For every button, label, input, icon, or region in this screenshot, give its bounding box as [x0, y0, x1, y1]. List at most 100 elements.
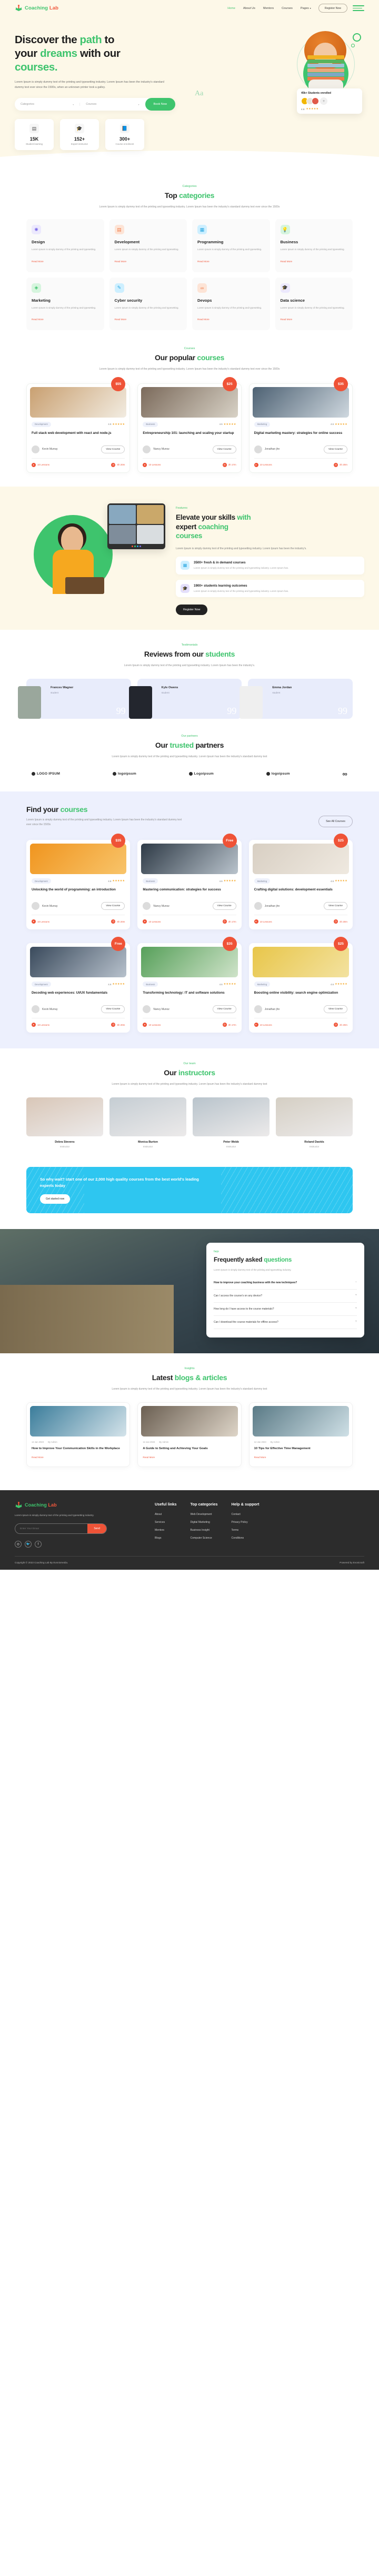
category-card[interactable]: 🎓 Data science Lorem Ipsum is simply dum… — [275, 277, 353, 330]
hamburger-menu-icon[interactable] — [353, 5, 364, 11]
section-title: Top categories — [164, 191, 215, 200]
view-course-button[interactable]: View Course — [323, 445, 347, 453]
faq-item[interactable]: Can I access the course's on any device?… — [214, 1290, 357, 1303]
footer-logo[interactable]: Coaching Lab — [15, 1501, 141, 1509]
footer-link[interactable]: Business Insight — [190, 1529, 217, 1532]
categories-select[interactable]: Categories ▾ — [15, 103, 81, 106]
course-card[interactable]: Free Development 4.6 ★★★★★ Decoding web e… — [26, 937, 131, 1033]
course-card[interactable]: $25 Marketing 4.6 ★★★★★ Crafting digital … — [248, 834, 353, 930]
category-name: Data science — [280, 298, 305, 303]
course-title: Mastering communication: strategies for … — [143, 888, 221, 892]
view-course-button[interactable]: View Course — [212, 1005, 236, 1014]
course-card[interactable]: $35 Business 4.6 ★★★★★ Transforming techn… — [137, 937, 242, 1033]
course-rating: 4.6 ★★★★★ — [219, 983, 236, 986]
site-logo[interactable]: Coaching Lab — [15, 5, 58, 12]
features-register-button[interactable]: Register Now — [176, 605, 208, 616]
footer-link[interactable]: About — [155, 1513, 176, 1516]
instructor-card[interactable]: Peter Webb Instructor — [193, 1097, 270, 1148]
course-card[interactable]: $25 Marketing 4.6 ★★★★★ Boosting online v… — [248, 937, 353, 1033]
read-more-link[interactable]: Read More — [32, 318, 44, 321]
view-course-button[interactable]: View Course — [212, 902, 236, 910]
instagram-icon[interactable]: ◎ — [15, 1541, 22, 1548]
course-card[interactable]: $55 Development 4.6 ★★★★★ Full stack web … — [26, 377, 131, 473]
plus-icon[interactable]: + — [355, 1294, 357, 1297]
read-more-link[interactable]: Read More — [197, 260, 210, 263]
view-course-button[interactable]: View Course — [212, 445, 236, 453]
category-card[interactable]: ✎ Cyber security Lorem Ipsum is simply d… — [109, 277, 187, 330]
nav-item-mentors[interactable]: Mentors — [263, 7, 274, 10]
send-button[interactable]: Send — [87, 1524, 106, 1534]
avatar — [254, 902, 262, 910]
footer-link[interactable]: Blogs — [155, 1537, 176, 1540]
course-card[interactable]: $35 Development 4.6 ★★★★★ Unlocking the w… — [26, 834, 131, 930]
footer-link[interactable]: Terms — [232, 1529, 260, 1532]
course-rating: 4.6 ★★★★★ — [108, 422, 125, 426]
email-input[interactable] — [15, 1527, 88, 1530]
view-course-button[interactable]: View Course — [323, 1005, 347, 1014]
faq-item[interactable]: How to improve your coaching business wi… — [214, 1276, 357, 1290]
footer-link[interactable]: Conditions — [232, 1537, 260, 1540]
footer-link[interactable]: Mentors — [155, 1529, 176, 1532]
instructor-card[interactable]: Roland Davids Instructor — [276, 1097, 353, 1148]
view-course-button[interactable]: View Course — [101, 902, 125, 910]
decorative-lines — [26, 1167, 84, 1213]
blog-card[interactable]: 12 Jan 2023 By Admin 10 Tips for Effectiv… — [248, 1402, 353, 1467]
avatar-more[interactable]: + — [320, 97, 327, 105]
plus-icon[interactable]: + — [355, 1307, 357, 1310]
course-card[interactable]: $25 Business 4.6 ★★★★★ Entrepreneurship 1… — [137, 377, 242, 473]
footer-link[interactable]: Privacy Policy — [232, 1521, 260, 1524]
view-course-button[interactable]: View Course — [101, 445, 125, 453]
see-all-courses-button[interactable]: See All Courses — [318, 816, 353, 828]
read-more-link[interactable]: Read More — [143, 1456, 155, 1459]
avatar — [143, 1005, 151, 1014]
blog-card[interactable]: 12 Jan 2023 By Admin How to Improve Your … — [26, 1402, 131, 1467]
category-card[interactable]: ▦ Programming Lorem Ipsum is simply dumm… — [192, 219, 270, 272]
minus-icon[interactable]: − — [355, 1281, 357, 1284]
course-card[interactable]: $35 Marketing 4.6 ★★★★★ Digital marketing… — [248, 377, 353, 473]
courses-select[interactable]: Courses ▾ — [80, 103, 145, 106]
instructor-name: Roland Davids — [304, 1141, 324, 1144]
footer-link[interactable]: Web Development — [190, 1513, 217, 1516]
instructor-card[interactable]: Debra Stevens Instructor — [26, 1097, 103, 1148]
footer-link[interactable]: Digital Marketing — [190, 1521, 217, 1524]
category-card[interactable]: 💡 Business Lorem Ipsum is simply dummy o… — [275, 219, 353, 272]
category-card[interactable]: ▤ Development Lorem Ipsum is simply dumm… — [109, 219, 187, 272]
read-more-link[interactable]: Read More — [281, 260, 293, 263]
stat-number: 300+ — [119, 136, 131, 142]
blog-card[interactable]: 12 Jan 2023 By Admin A Guide to Setting a… — [137, 1402, 242, 1467]
nav-item-courses[interactable]: Courses — [282, 7, 293, 10]
read-more-link[interactable]: Read More — [115, 260, 127, 263]
book-now-button[interactable]: Book Now — [145, 98, 175, 111]
read-more-link[interactable]: Read More — [254, 1456, 266, 1459]
get-started-button[interactable]: Get started now — [40, 1194, 71, 1204]
faq-item[interactable]: Can I download the course materials for … — [214, 1316, 357, 1329]
read-more-link[interactable]: Read More — [32, 1456, 44, 1459]
faq-item[interactable]: How long do I have access to the course … — [214, 1303, 357, 1316]
register-now-button[interactable]: Register Now — [318, 4, 347, 13]
course-lessons: ▸ 10 Lessons — [32, 1023, 49, 1027]
course-card[interactable]: Free Business 4.6 ★★★★★ Mastering communi… — [137, 834, 242, 930]
category-card[interactable]: ◈ Marketing Lorem Ipsum is simply dummy … — [26, 277, 104, 330]
read-more-link[interactable]: Read More — [32, 260, 44, 263]
twitter-icon[interactable]: 🐦 — [25, 1541, 32, 1548]
nav-item-home[interactable]: Home — [227, 7, 235, 10]
plus-icon[interactable]: + — [355, 1320, 357, 1323]
facebook-icon[interactable]: f — [35, 1541, 42, 1548]
instructor-card[interactable]: Monica Burton Instructor — [109, 1097, 186, 1148]
nav-item-pages[interactable]: Pages ▾ — [301, 7, 311, 10]
read-more-link[interactable]: Read More — [197, 318, 210, 321]
copyright-text: Copyright © 2023 Coaching Lab By Evoniom… — [15, 1561, 68, 1564]
category-card[interactable]: ∞ Devops Lorem Ipsum is simply dummy of … — [192, 277, 270, 330]
category-card[interactable]: ✺ Design Lorem Ipsum is simply dummy of … — [26, 219, 104, 272]
features-description: Lorem Ipsum is simply dummy text of the … — [176, 547, 307, 550]
decorative-circle-small — [351, 44, 355, 47]
view-course-button[interactable]: View Course — [323, 902, 347, 910]
footer-link[interactable]: Computer Science — [190, 1537, 217, 1540]
read-more-link[interactable]: Read More — [115, 318, 127, 321]
blog-title: How to Improve Your Communication Skills… — [32, 1446, 120, 1450]
footer-link[interactable]: Services — [155, 1521, 176, 1524]
footer-link[interactable]: Contact — [232, 1513, 260, 1516]
read-more-link[interactable]: Read More — [281, 318, 293, 321]
nav-item-about-us[interactable]: About Us — [243, 7, 255, 10]
view-course-button[interactable]: View Course — [101, 1005, 125, 1014]
